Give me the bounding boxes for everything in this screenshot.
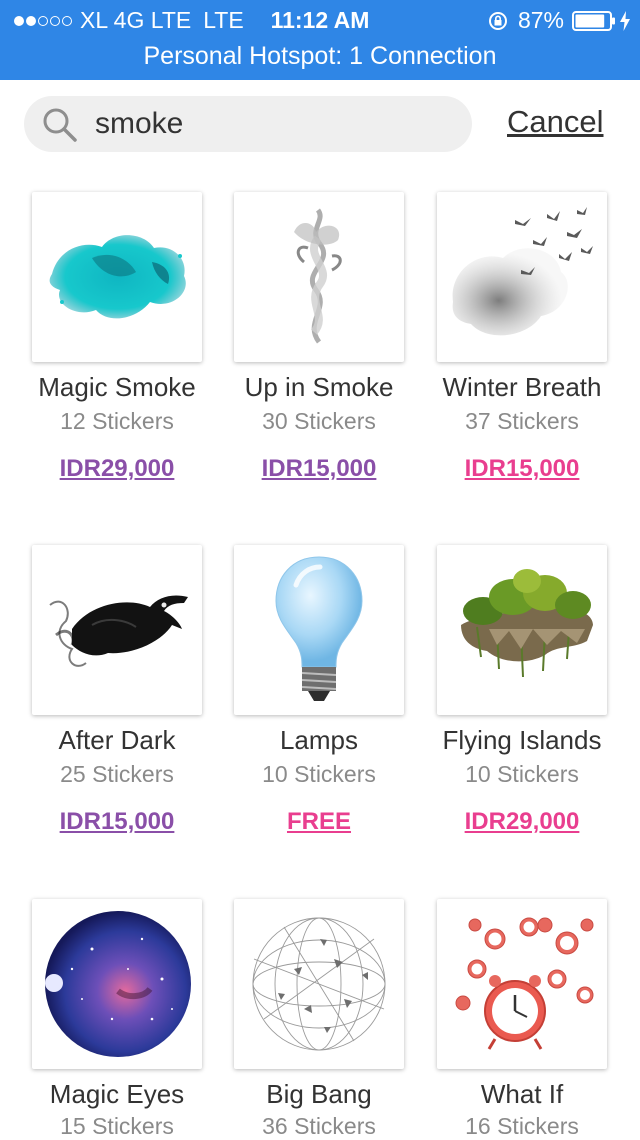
price-button[interactable]: IDR15,000: [204, 455, 434, 483]
flying-islands-image: [461, 569, 593, 678]
sticker-count: 10 Stickers: [465, 761, 579, 787]
sticker-tile-up-in-smoke[interactable]: [234, 192, 404, 362]
sticker-tile-flying-islands[interactable]: [437, 545, 607, 715]
price-button[interactable]: IDR15,000: [2, 808, 232, 836]
lamps-image: [275, 556, 363, 701]
sticker-count: 12 Stickers: [60, 408, 174, 434]
search-input[interactable]: [95, 105, 455, 143]
price-button[interactable]: IDR29,000: [2, 455, 232, 483]
price-button[interactable]: FREE: [204, 808, 434, 836]
hotspot-banner[interactable]: Personal Hotspot: 1 Connection: [0, 42, 640, 71]
rotation-lock-icon: [488, 11, 507, 30]
sticker-tile-lamps[interactable]: [234, 545, 404, 715]
sticker-tile-what-if[interactable]: [437, 899, 607, 1069]
what-if-image: [455, 917, 594, 1050]
cancel-button[interactable]: Cancel: [507, 104, 604, 140]
sticker-count: 37 Stickers: [465, 408, 579, 434]
sticker-title[interactable]: Magic Smoke: [2, 372, 232, 403]
sticker-tile-winter-breath[interactable]: [437, 192, 607, 362]
after-dark-image: [49, 595, 188, 667]
up-in-smoke-image: [294, 208, 342, 344]
search-icon: [43, 108, 77, 142]
winter-breath-image: [452, 207, 593, 336]
sticker-title[interactable]: Magic Eyes: [2, 1079, 232, 1110]
magic-smoke-image: [49, 235, 186, 319]
price-button[interactable]: IDR15,000: [407, 455, 637, 483]
sticker-tile-big-bang[interactable]: [234, 899, 404, 1069]
sticker-title[interactable]: Flying Islands: [407, 725, 637, 756]
sticker-tile-magic-smoke[interactable]: [32, 192, 202, 362]
charging-bolt-icon: [620, 10, 630, 31]
sticker-count: 25 Stickers: [60, 761, 174, 787]
sticker-count: 10 Stickers: [262, 761, 376, 787]
sticker-tile-magic-eyes[interactable]: [32, 899, 202, 1069]
big-bang-image: [252, 917, 386, 1051]
status-bar: XL 4G LTE LTE 11:12 AM 87% Personal Hots…: [0, 0, 640, 80]
sticker-title[interactable]: Winter Breath: [407, 372, 637, 403]
sticker-tile-after-dark[interactable]: [32, 545, 202, 715]
sticker-title[interactable]: Big Bang: [204, 1079, 434, 1110]
sticker-count: 30 Stickers: [262, 408, 376, 434]
sticker-title[interactable]: What If: [407, 1079, 637, 1110]
search-bar[interactable]: [24, 96, 472, 152]
battery-icon: [572, 10, 615, 31]
sticker-title[interactable]: Lamps: [204, 725, 434, 756]
magic-eyes-image: [45, 911, 191, 1057]
price-button[interactable]: IDR29,000: [407, 808, 637, 836]
battery-percent: 87%: [517, 7, 564, 33]
sticker-title[interactable]: After Dark: [2, 725, 232, 756]
sticker-title[interactable]: Up in Smoke: [204, 372, 434, 403]
